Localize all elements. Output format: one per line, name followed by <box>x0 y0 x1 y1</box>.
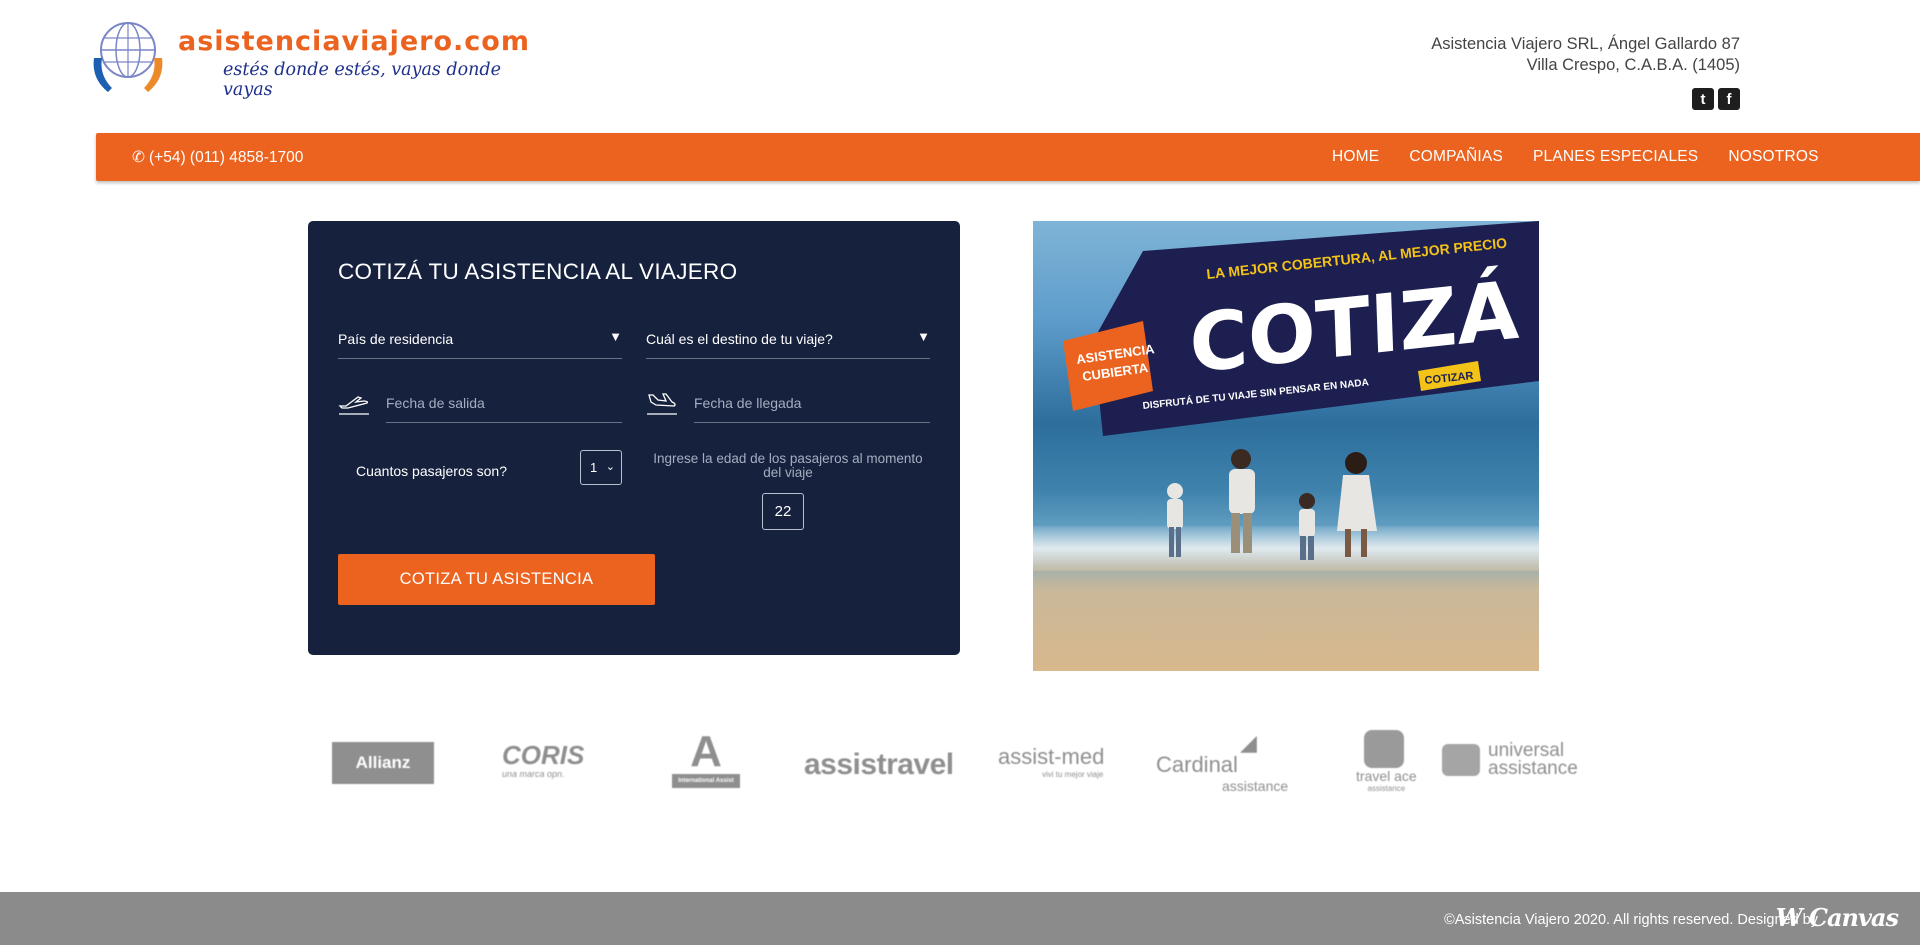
social-links: t f <box>1692 88 1740 110</box>
partner-assistravel[interactable]: assistravel <box>804 748 954 782</box>
partner-cardinal-name: Cardinal <box>1156 752 1238 777</box>
passengers-label: Cuantos pasajeros son? <box>356 463 507 479</box>
passengers-value: 1 <box>590 460 598 475</box>
quote-form-panel: COTIZÁ TU ASISTENCIA AL VIAJERO País de … <box>308 221 960 655</box>
destination-select[interactable]: Cuál es el destino de tu viaje? ▼ <box>646 319 930 359</box>
partner-ia-sub: International Assist <box>672 774 740 788</box>
plane-takeoff-icon <box>338 396 369 415</box>
logo-title: asistenciaviajero.com <box>178 26 530 57</box>
travel-ace-mark-icon <box>1364 730 1404 768</box>
footer-copyright: ©Asistencia Viajero 2020. All rights res… <box>1444 912 1818 928</box>
partner-travelace-name: travel ace <box>1356 768 1417 784</box>
facebook-icon[interactable]: f <box>1718 88 1740 110</box>
partner-allianz[interactable]: Allianz <box>332 742 434 784</box>
partner-coris-name: CORIS <box>502 740 585 770</box>
logo-tagline: estés donde estés, vayas donde vayas <box>223 60 501 100</box>
partner-logos: Allianz CORIS una marca opn. A Internati… <box>330 728 1580 798</box>
nav-planes-especiales[interactable]: PLANES ESPECIALES <box>1533 148 1698 166</box>
partner-cardinal[interactable]: ◢ Cardinal assistance <box>1156 730 1288 794</box>
caret-down-icon: ▼ <box>917 329 930 344</box>
partner-international-assist[interactable]: A International Assist <box>672 730 740 798</box>
partner-assist-med[interactable]: assist-med vivi tu mejor viaje <box>998 744 1104 779</box>
arrival-placeholder: Fecha de llegada <box>694 395 802 411</box>
departure-placeholder: Fecha de salida <box>386 395 485 411</box>
residence-country-select[interactable]: País de residencia ▼ <box>338 319 622 359</box>
plane-landing-icon <box>647 393 677 415</box>
nav-home[interactable]: HOME <box>1332 148 1379 166</box>
partner-coris[interactable]: CORIS una marca opn. <box>502 740 584 779</box>
partner-universal-assistance[interactable]: universal assistance <box>1442 741 1578 779</box>
twitter-icon[interactable]: t <box>1692 88 1714 110</box>
main-navbar: ✆ (+54) (011) 4858-1700 HOME COMPAÑIAS P… <box>96 133 1920 181</box>
departure-date-field[interactable]: Fecha de salida <box>338 383 622 423</box>
company-address: Asistencia Viajero SRL, Ángel Gallardo 8… <box>1431 34 1740 76</box>
address-line-2: Villa Crespo, C.A.B.A. (1405) <box>1526 56 1740 74</box>
partner-universal-sub: assistance <box>1488 758 1578 779</box>
designer-logo[interactable]: W Canvas <box>1776 903 1899 932</box>
age-input[interactable]: 22 <box>762 493 804 530</box>
partner-ia-name: A <box>690 727 722 776</box>
nav-nosotros[interactable]: NOSOTROS <box>1728 148 1818 166</box>
nav-companias[interactable]: COMPAÑIAS <box>1409 148 1503 166</box>
caret-down-icon: ▼ <box>609 329 622 344</box>
residence-placeholder: País de residencia <box>338 331 454 347</box>
site-logo[interactable]: asistenciaviajero.com estés donde estés,… <box>90 18 540 100</box>
nav-menu: HOME COMPAÑIAS PLANES ESPECIALES NOSOTRO… <box>1332 148 1819 166</box>
destination-placeholder: Cuál es el destino de tu viaje? <box>646 331 833 347</box>
chevron-down-icon: ⌄ <box>605 461 615 473</box>
phone-link[interactable]: ✆ (+54) (011) 4858-1700 <box>132 148 303 167</box>
partner-assistmed-name: assist-med <box>998 744 1105 769</box>
age-label: Ingrese la edad de los pasajeros al mome… <box>653 451 923 480</box>
partner-travelace-sub: assistance <box>1367 784 1406 793</box>
phone-icon: ✆ <box>132 149 145 166</box>
passengers-select[interactable]: 1 ⌄ <box>580 450 622 485</box>
promo-banner[interactable]: LA MEJOR COBERTURA, AL MEJOR PRECIO COTI… <box>1033 221 1539 671</box>
universal-mark-icon <box>1442 744 1480 776</box>
departure-input[interactable]: Fecha de salida <box>386 383 622 423</box>
globe-hands-icon <box>93 22 163 92</box>
partner-assistravel-name: assistravel <box>804 748 954 781</box>
phone-number: (+54) (011) 4858-1700 <box>149 148 304 166</box>
promo-graphic: LA MEJOR COBERTURA, AL MEJOR PRECIO COTI… <box>1063 221 1539 560</box>
family-figures <box>1167 449 1377 560</box>
arrival-date-field[interactable]: Fecha de llegada <box>646 383 930 423</box>
cotiza-button[interactable]: COTIZA TU ASISTENCIA <box>338 554 655 605</box>
address-line-1: Asistencia Viajero SRL, Ángel Gallardo 8… <box>1431 35 1740 53</box>
site-footer: ©Asistencia Viajero 2020. All rights res… <box>0 892 1920 945</box>
partner-travel-ace[interactable]: travel ace assistance <box>1356 730 1417 793</box>
partner-assistmed-sub: vivi tu mejor viaje <box>1042 770 1104 779</box>
partner-allianz-name: Allianz <box>355 753 411 772</box>
arrival-input[interactable]: Fecha de llegada <box>694 383 930 423</box>
form-title: COTIZÁ TU ASISTENCIA AL VIAJERO <box>338 259 738 284</box>
partner-cardinal-sub: assistance <box>1222 778 1289 794</box>
